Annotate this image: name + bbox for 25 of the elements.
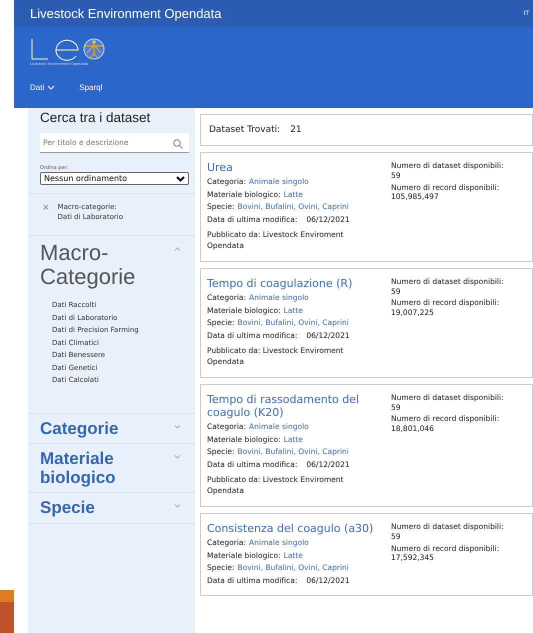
dataset-title-link[interactable]: Tempo di coagulazione (R) [207,276,379,290]
chevron-down-icon [47,85,56,90]
dataset-title-link[interactable]: Tempo di rassodamento del coagulo (K20) [207,392,379,420]
filter-section-toggle[interactable]: Specie [40,498,150,518]
nav-link[interactable]: Dati [30,83,56,92]
chevron-down-icon [174,425,181,430]
filter-section-toggle[interactable]: Macro-Categorie [40,241,150,290]
chevron-up-icon [174,247,181,251]
remove-filter-button[interactable]: × [42,203,50,221]
corner-graphic [0,590,14,633]
search-icon [173,139,183,149]
filter-section-toggle[interactable]: Materiale biologico [40,449,150,488]
chevron-down-icon [174,455,181,460]
site-title: Livestock Environment Opendata [30,6,222,21]
chevron-down-icon [174,504,181,508]
sort-dropdown[interactable]: Nessun ordinamento [40,172,189,185]
dataset-title-link[interactable]: Urea [207,161,379,174]
dataset-title-link[interactable]: Consistenza del coagulo (a30) [207,522,379,536]
results-count: 21 [290,125,302,135]
nav-link[interactable]: Sparql [79,83,102,92]
sidebar-heading: Cerca tra i dataset [40,110,152,125]
results-label: Dataset Trovati: [209,125,280,135]
logo-icon[interactable] [30,37,106,61]
chevron-down-icon [176,176,185,182]
filter-section-toggle[interactable]: Categorie [40,419,150,438]
